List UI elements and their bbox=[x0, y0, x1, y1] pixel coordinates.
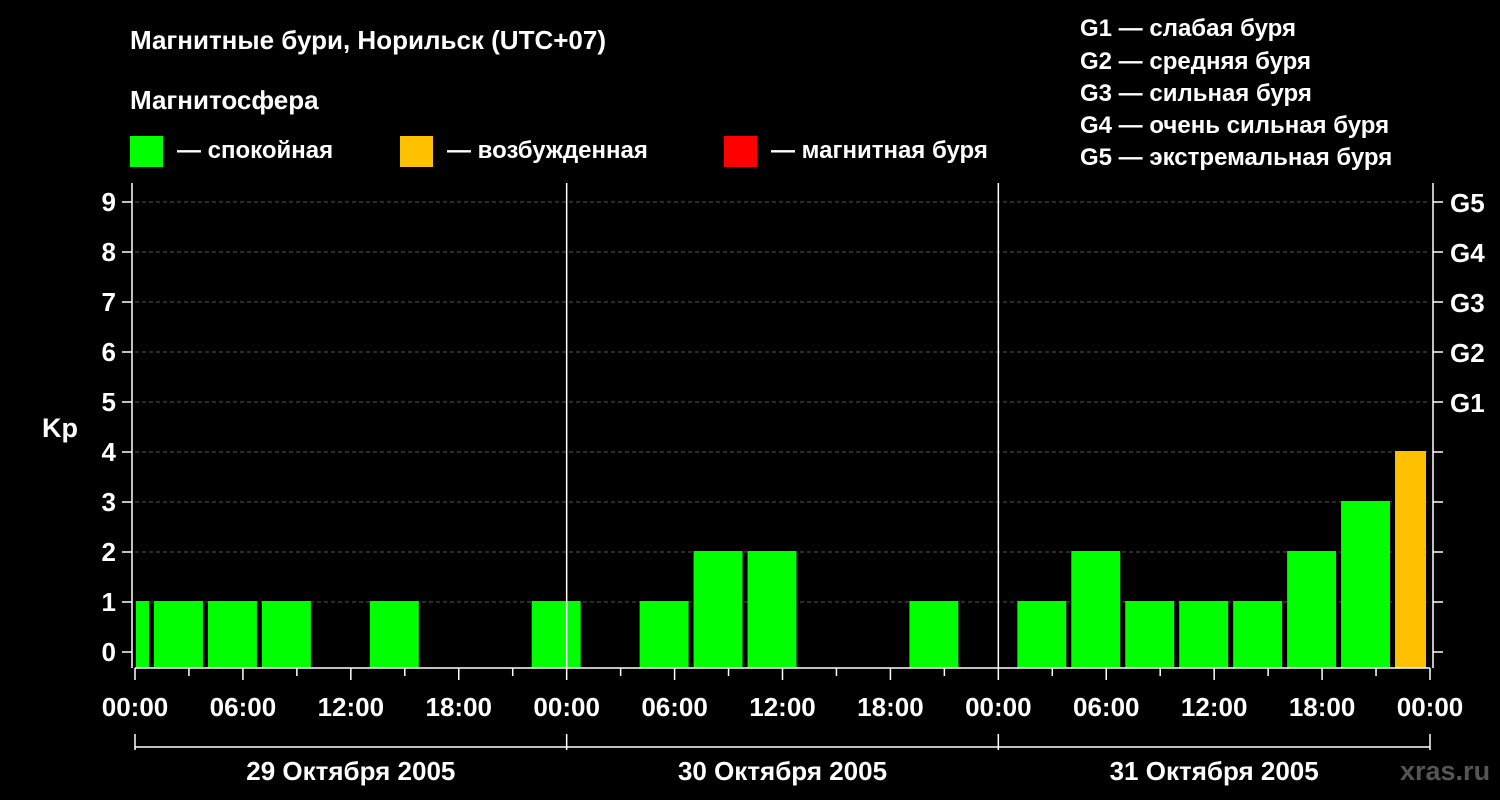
kp-bar-17 bbox=[1341, 501, 1391, 668]
kp-bar-1 bbox=[136, 601, 149, 668]
x-tick-label-1: 00:00 bbox=[102, 692, 169, 722]
y-tick-label-3: 3 bbox=[102, 487, 116, 517]
g-legend-g5: G5 — экстремальная буря bbox=[1080, 144, 1392, 171]
x-tick-label-5: 00:00 bbox=[533, 692, 600, 722]
magnetosphere-subtitle: Магнитосфера bbox=[130, 85, 319, 115]
x-tick-label-3: 12:00 bbox=[318, 692, 385, 722]
kp-bar-5 bbox=[369, 601, 419, 668]
x-tick-label-8: 18:00 bbox=[857, 692, 924, 722]
state-legend: — спокойная — возбужденная — магнитная б… bbox=[130, 136, 988, 167]
kp-bar-4 bbox=[261, 601, 311, 668]
day-label-3: 31 Октября 2005 bbox=[1110, 756, 1319, 786]
kp-bar-3 bbox=[207, 601, 257, 668]
g-legend-g3: G3 — сильная буря bbox=[1080, 80, 1312, 107]
g-tick-label-g1: G1 bbox=[1450, 388, 1485, 418]
g-tick-label-g3: G3 bbox=[1450, 288, 1485, 318]
y-tick-label-6: 6 bbox=[102, 337, 116, 367]
kp-bar-16 bbox=[1287, 551, 1337, 668]
day-label-1: 29 Октября 2005 bbox=[246, 756, 455, 786]
kp-bar-13 bbox=[1125, 601, 1175, 668]
kp-bar-10 bbox=[909, 601, 959, 668]
kp-bar-15 bbox=[1233, 601, 1283, 668]
legend-label-quiet: — спокойная bbox=[177, 137, 333, 164]
watermark: xras.ru bbox=[1400, 756, 1490, 786]
kp-bar-14 bbox=[1179, 601, 1229, 668]
g-legend-g4: G4 — очень сильная буря bbox=[1080, 112, 1389, 139]
kp-chart: Магнитные бури, Норильск (UTC+07) Магнит… bbox=[0, 0, 1500, 800]
kp-bar-9 bbox=[747, 551, 797, 668]
chart-title: Магнитные бури, Норильск (UTC+07) bbox=[130, 25, 606, 55]
y-tick-label-7: 7 bbox=[102, 287, 116, 317]
y-tick-label-9: 9 bbox=[102, 187, 116, 217]
kp-bar-2 bbox=[153, 601, 203, 668]
legend-swatch-quiet bbox=[130, 136, 163, 167]
x-tick-label-7: 12:00 bbox=[749, 692, 816, 722]
x-tick-label-13: 00:00 bbox=[1397, 692, 1464, 722]
x-tick-label-2: 06:00 bbox=[210, 692, 277, 722]
kp-bar-18 bbox=[1395, 451, 1426, 668]
y-tick-label-2: 2 bbox=[102, 537, 116, 567]
day-label-2: 30 Октября 2005 bbox=[678, 756, 887, 786]
kp-bar-6 bbox=[531, 601, 581, 668]
x-tick-label-9: 00:00 bbox=[965, 692, 1032, 722]
g-tick-label-g2: G2 bbox=[1450, 338, 1485, 368]
g-legend-g2: G2 — средняя буря bbox=[1080, 48, 1311, 75]
kp-bar-12 bbox=[1071, 551, 1121, 668]
legend-label-disturbed: — возбужденная bbox=[447, 137, 648, 164]
y-tick-label-8: 8 bbox=[102, 237, 116, 267]
y-tick-label-0: 0 bbox=[102, 637, 116, 667]
x-tick-label-12: 18:00 bbox=[1289, 692, 1356, 722]
y-axis-label: Kp bbox=[42, 413, 78, 443]
y-tick-label-4: 4 bbox=[102, 437, 117, 467]
g-tick-label-g5: G5 bbox=[1450, 188, 1485, 218]
legend-swatch-storm bbox=[724, 136, 757, 167]
legend-label-storm: — магнитная буря bbox=[771, 137, 988, 164]
kp-bar-7 bbox=[639, 601, 689, 668]
x-tick-label-4: 18:00 bbox=[426, 692, 493, 722]
x-tick-label-11: 12:00 bbox=[1181, 692, 1248, 722]
g-tick-label-g4: G4 bbox=[1450, 238, 1485, 268]
x-tick-label-6: 06:00 bbox=[641, 692, 708, 722]
x-tick-label-10: 06:00 bbox=[1073, 692, 1140, 722]
kp-bar-8 bbox=[693, 551, 743, 668]
legend-swatch-disturbed bbox=[400, 136, 433, 167]
y-tick-label-1: 1 bbox=[102, 587, 116, 617]
g-legend-g1: G1 — слабая буря bbox=[1080, 15, 1296, 42]
y-tick-label-5: 5 bbox=[102, 387, 116, 417]
kp-bar-11 bbox=[1017, 601, 1067, 668]
